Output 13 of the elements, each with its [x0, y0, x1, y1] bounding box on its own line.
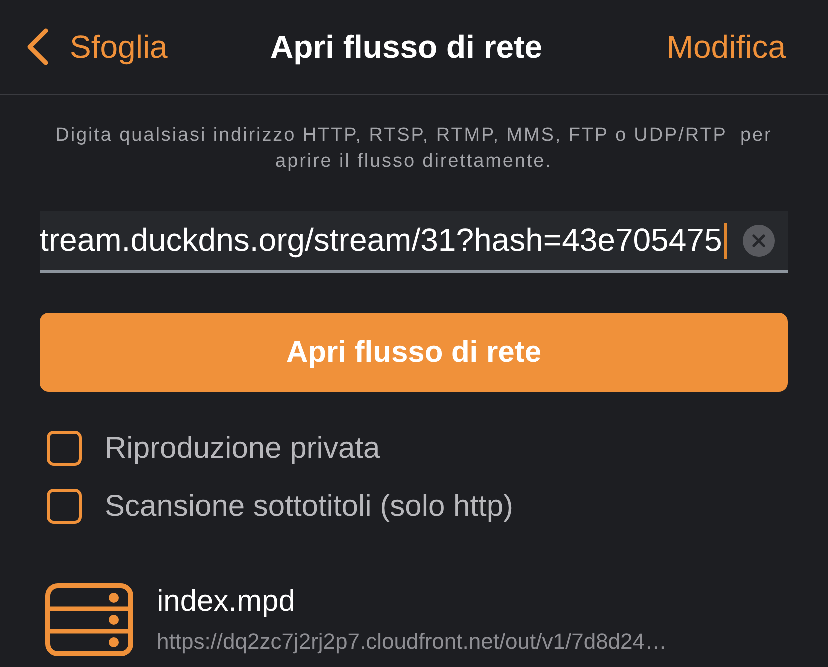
screen-title: Apri flusso di rete — [270, 28, 543, 66]
stream-title[interactable]: index.mpd — [157, 585, 296, 619]
chevron-left-icon — [27, 28, 49, 66]
instructions-text: Digita qualsiasi indirizzo HTTP, RTSP, RTMP, MMS, FTP o UDP/RTP per aprire il flusso direttamente. — [54, 124, 774, 174]
checkbox[interactable] — [47, 431, 82, 466]
checkbox-label[interactable]: Scansione sottotitoli (solo http) — [105, 489, 514, 524]
url-field[interactable]: tream.duckdns.org/stream/31?hash=43e705475 — [40, 211, 788, 273]
server-icon — [45, 583, 134, 657]
stream-url: https://dq2zc7j2rj2p7.cloudfront.net/out/v1/7d8d24… — [157, 629, 668, 655]
edit-button[interactable]: Modifica — [666, 28, 786, 66]
checkbox[interactable] — [47, 489, 82, 524]
checkbox-label[interactable]: Riproduzione privata — [105, 431, 380, 466]
back-button[interactable]: Sfoglia — [27, 28, 168, 66]
